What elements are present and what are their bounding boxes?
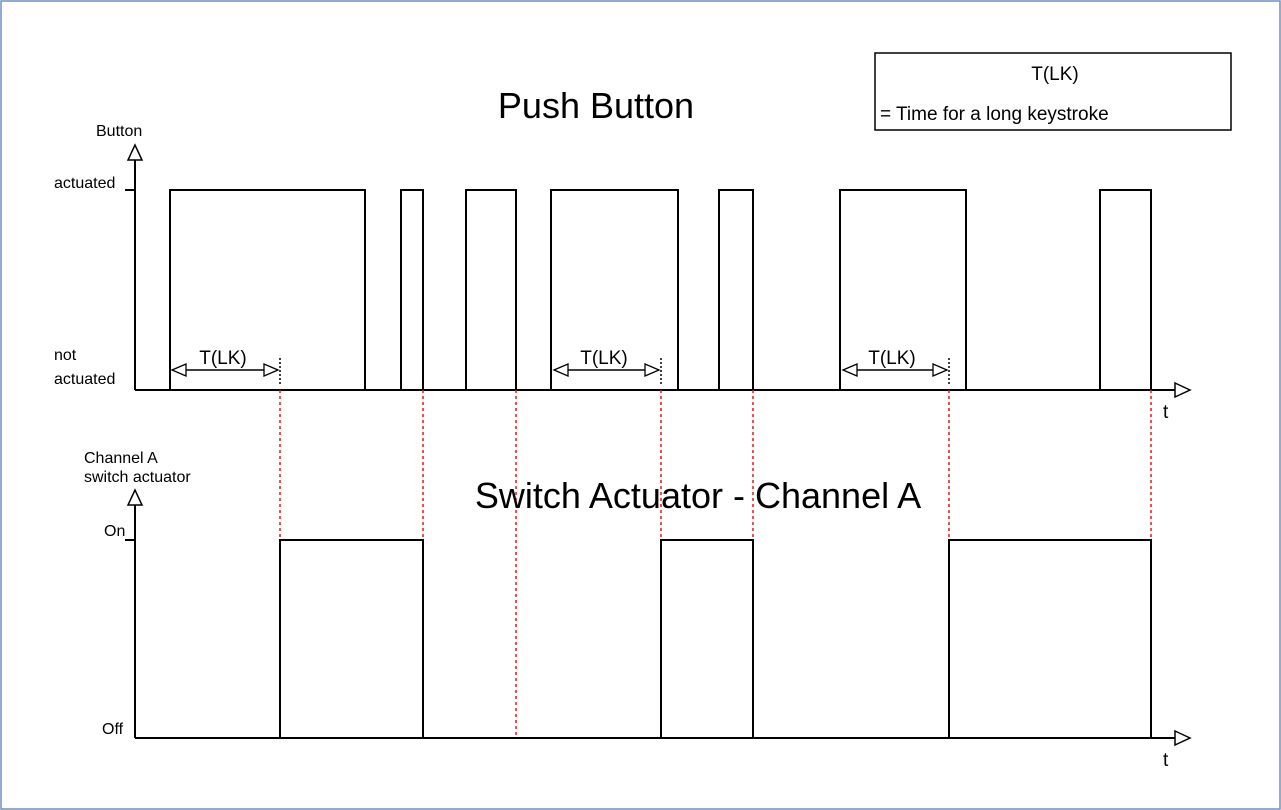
tlk-dimension-2-label: T(LK) bbox=[580, 348, 628, 369]
channel-a-axis-label-line1: Channel A bbox=[84, 450, 158, 467]
legend-symbol: T(LK) bbox=[1031, 64, 1079, 85]
legend: T(LK) = Time for a long keystroke bbox=[874, 52, 1232, 131]
button-axis-label: Button bbox=[96, 123, 142, 140]
actuator-off-label: Off bbox=[102, 721, 124, 738]
switch-actuator-title: Switch Actuator - Channel A bbox=[475, 475, 921, 516]
button-time-label: t bbox=[1163, 402, 1169, 423]
button-not-label: not bbox=[54, 347, 77, 364]
actuator-on-label: On bbox=[104, 523, 125, 540]
channel-a-axis-label-line2: switch actuator bbox=[84, 469, 191, 486]
legend-description: = Time for a long keystroke bbox=[880, 104, 1109, 125]
button-not-actuated-label: actuated bbox=[54, 371, 115, 388]
button-actuated-label: actuated bbox=[54, 175, 115, 192]
tlk-dimension-1-label: T(LK) bbox=[199, 348, 247, 369]
push-button-title: Push Button bbox=[498, 85, 694, 126]
tlk-dimension-3-label: T(LK) bbox=[868, 348, 916, 369]
timing-diagram: T(LK) = Time for a long keystroke Push B… bbox=[0, 0, 1281, 810]
actuator-time-label: t bbox=[1163, 750, 1169, 771]
